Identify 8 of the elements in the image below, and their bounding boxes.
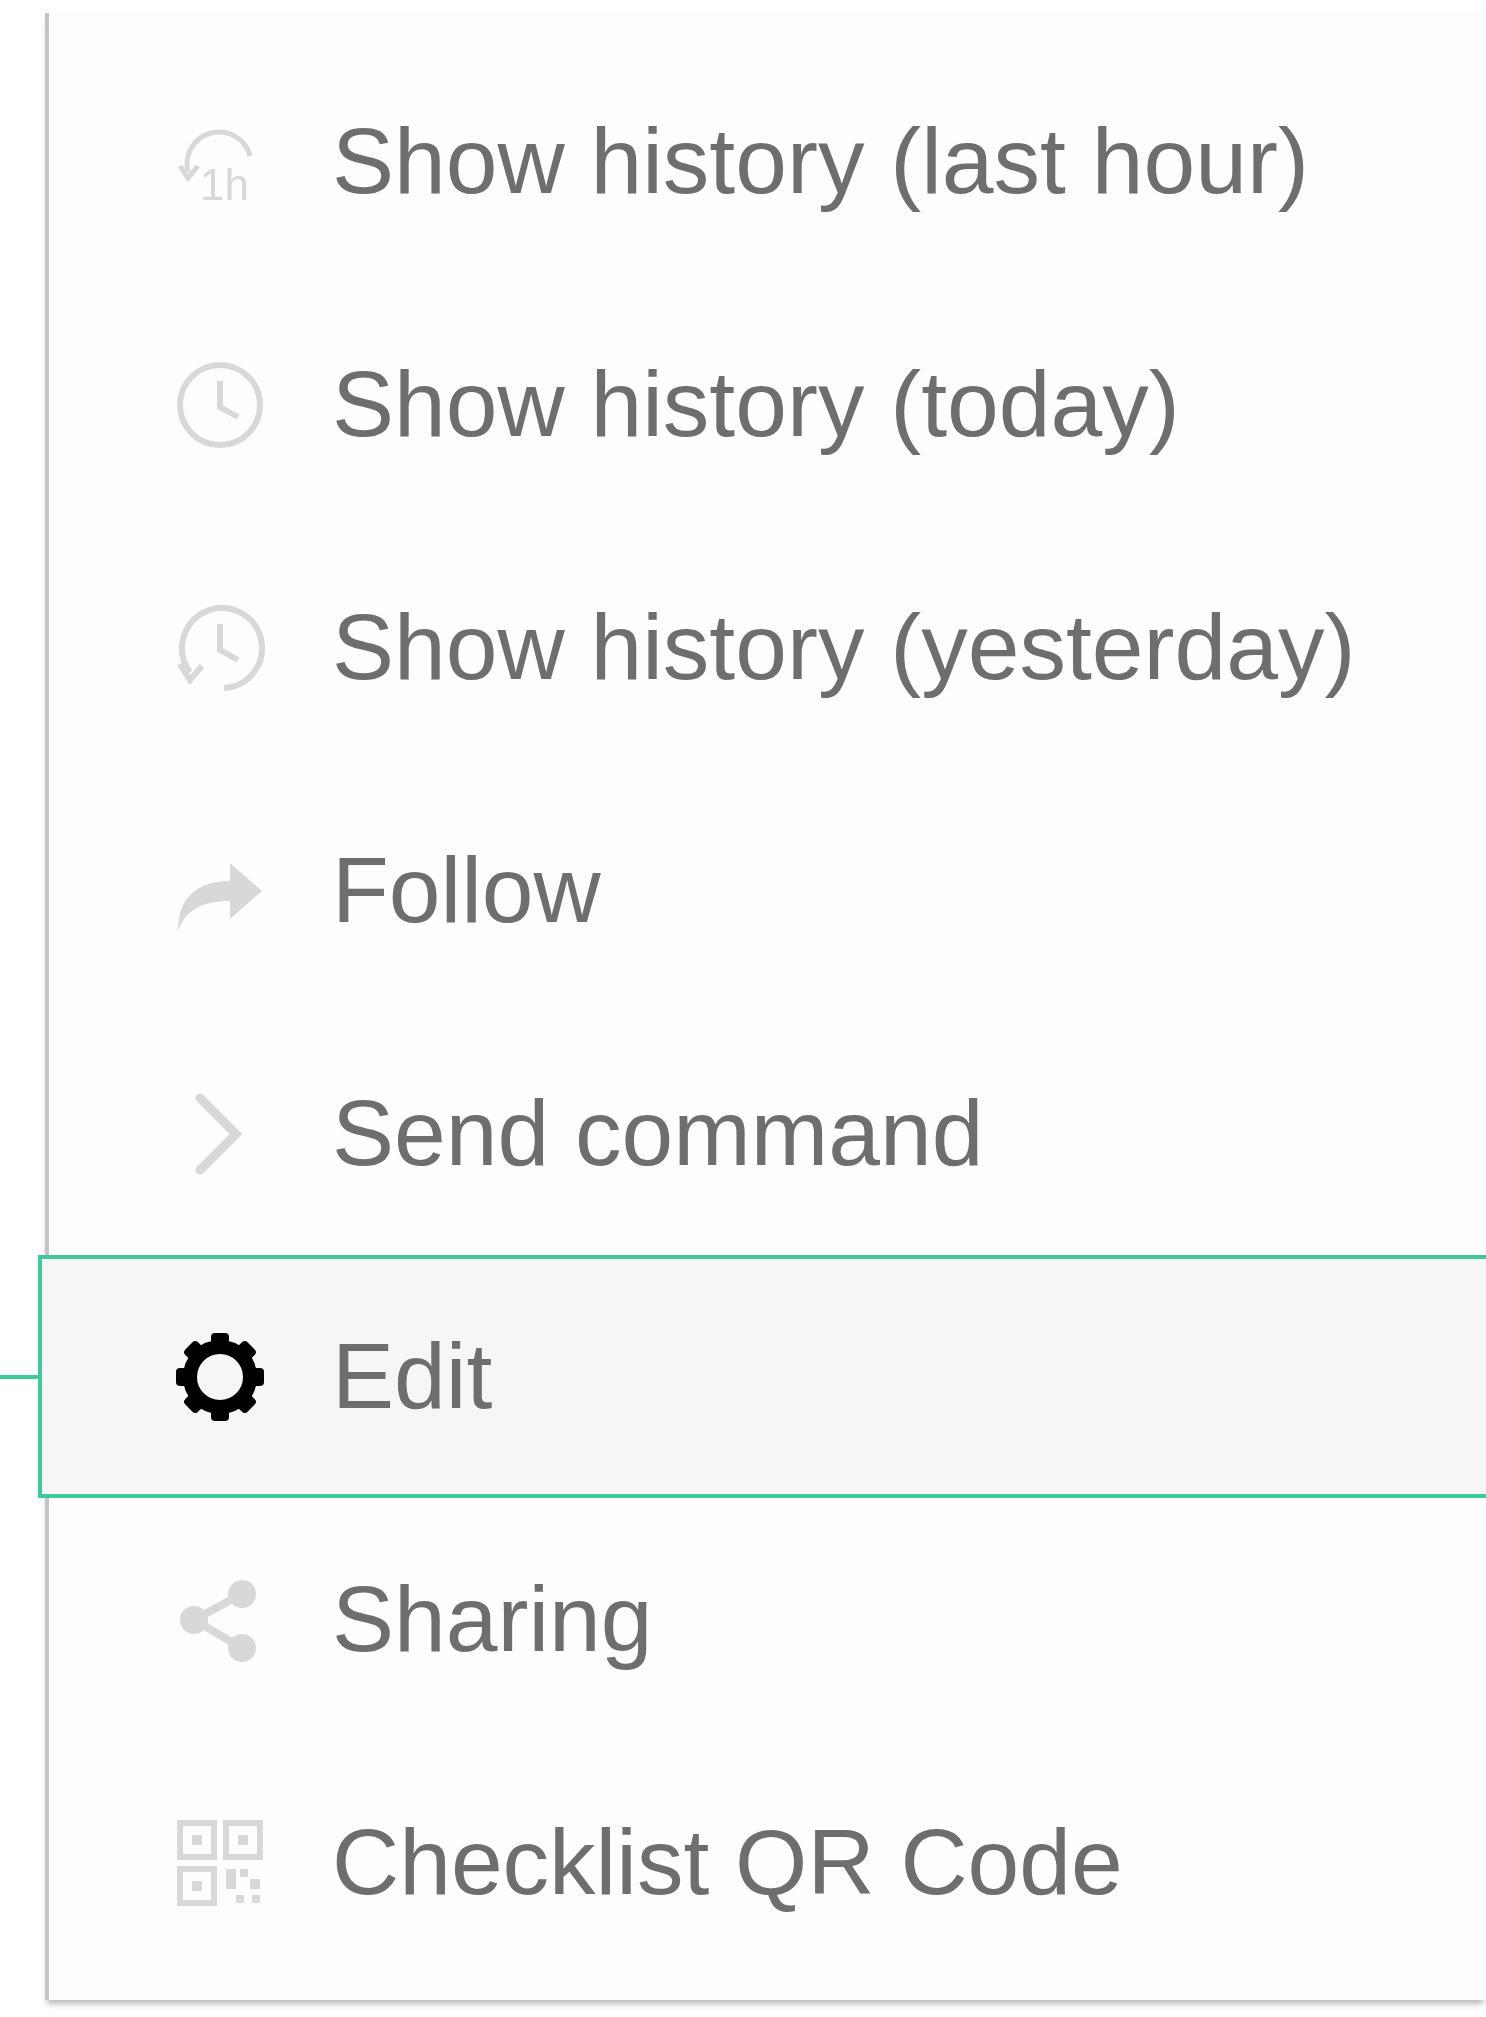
menu-item[interactable]: Checklist QR Code: [49, 1741, 1486, 1984]
menu-item[interactable]: Edit: [38, 1255, 1486, 1498]
menu-item[interactable]: Follow: [49, 769, 1486, 1012]
menu-item[interactable]: Sharing: [49, 1498, 1486, 1741]
menu-item[interactable]: Send command: [49, 1012, 1486, 1255]
settings-icon: [174, 1330, 266, 1423]
menu-item[interactable]: Show history (today): [49, 283, 1486, 526]
menu-item[interactable]: Show history (yesterday): [49, 526, 1486, 769]
